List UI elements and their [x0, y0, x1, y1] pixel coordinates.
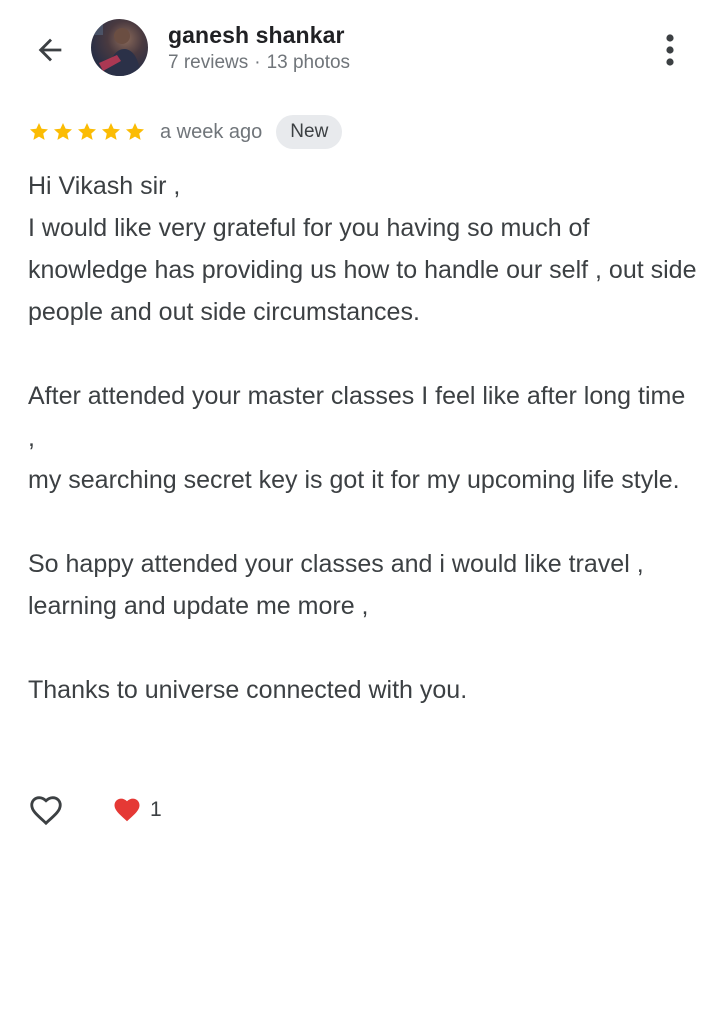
photos-count: 13 photos	[266, 52, 351, 73]
review-text: Hi Vikash sir , I would like very gratef…	[28, 165, 698, 711]
star-icon	[126, 123, 144, 140]
meta-separator: ·	[254, 52, 261, 73]
review-line: So happy attended your classes and i wou…	[28, 550, 644, 620]
more-vert-icon	[666, 34, 674, 66]
review-line: my searching secret key is got it for my…	[28, 466, 680, 494]
avatar[interactable]	[91, 19, 148, 76]
review-line: I would like very grateful for you havin…	[28, 214, 697, 326]
reaction-summary[interactable]: 1	[112, 795, 162, 825]
like-button[interactable]	[26, 790, 66, 830]
reviews-count: 7 reviews	[168, 52, 249, 73]
more-options-button[interactable]	[650, 28, 690, 72]
rating-row: a week ago New	[28, 114, 343, 150]
back-button[interactable]	[30, 30, 70, 70]
review-line: Hi Vikash sir ,	[28, 172, 181, 200]
review-header: ganesh shankar 7 reviews · 13 photos	[0, 0, 720, 100]
reactions-bar: 1	[26, 788, 162, 832]
avatar-image	[93, 21, 141, 76]
author-meta: 7 reviews · 13 photos	[168, 52, 350, 74]
heart-outline-icon	[30, 796, 62, 826]
review-time: a week ago	[160, 120, 263, 143]
star-rating	[28, 121, 146, 143]
review-line: Thanks to universe connected with you.	[28, 676, 468, 704]
star-icon	[78, 123, 96, 140]
reaction-count: 1	[150, 798, 162, 821]
star-icon	[54, 123, 72, 140]
star-icon	[102, 123, 120, 140]
review-line: After attended your master classes I fee…	[28, 382, 686, 452]
new-badge: New	[276, 115, 343, 149]
arrow-left-icon	[38, 38, 62, 62]
red-heart-icon	[114, 798, 140, 822]
star-icon	[30, 123, 48, 140]
author-name[interactable]: ganesh shankar	[168, 22, 345, 49]
